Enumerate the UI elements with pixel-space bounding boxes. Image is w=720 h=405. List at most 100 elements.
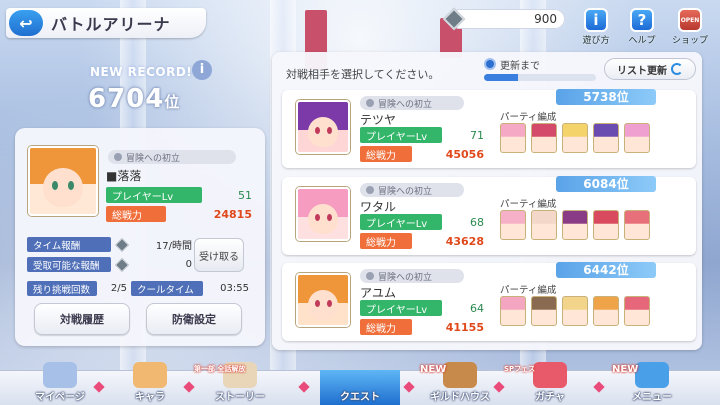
player-name: ■落落 — [106, 169, 142, 183]
nav-badge: SPフェス — [504, 365, 536, 373]
record-rank-value: 6704 — [88, 84, 165, 114]
opponent-name: アユム — [360, 286, 397, 300]
character-icon — [133, 362, 167, 388]
refresh-timer-bar — [484, 74, 596, 81]
opponent-rank: 5738位 — [556, 89, 656, 105]
nav-badge: 第一部 全話解放 — [194, 365, 246, 373]
new-record-label: NEW RECORD! — [90, 65, 193, 79]
page-title: バトルアリーナ — [51, 15, 171, 34]
refresh-list-button[interactable]: リスト更新 — [604, 58, 696, 80]
player-power-value: 24815 — [213, 207, 252, 221]
player-level-row: プレイヤーLv 51 — [106, 187, 252, 203]
receivable-reward-value: 0 — [185, 259, 192, 270]
help-icon: ? — [630, 8, 654, 32]
party-label: パーティ編成 — [500, 285, 557, 296]
player-title: 冒険への初立 — [126, 153, 181, 164]
nav-label: キャラ — [135, 392, 165, 403]
help-label: ヘルプ — [628, 36, 656, 46]
jewel-counter: 900 — [442, 7, 565, 31]
back-button[interactable]: ↩ — [9, 10, 43, 36]
record-rank-unit: 位 — [164, 93, 181, 111]
remaining-attempts-label: 残り挑戦回数 — [27, 281, 97, 296]
title-icon — [366, 186, 374, 194]
receivable-reward-label: 受取可能な報酬 — [27, 257, 111, 272]
opponent-power-value: 43628 — [445, 234, 484, 248]
party-member-icon — [500, 123, 526, 153]
opponent-rank: 6442位 — [556, 262, 656, 278]
opponent-level-label: プレイヤーLv — [360, 127, 442, 143]
timer-icon — [484, 58, 496, 70]
player-avatar — [28, 146, 98, 216]
opponent-level-row: プレイヤーLv 64 — [360, 300, 484, 316]
title-icon — [366, 99, 374, 107]
opponent-avatar — [296, 100, 350, 154]
record-info-icon[interactable]: i — [192, 60, 212, 80]
opponent-level-row: プレイヤーLv 71 — [360, 127, 484, 143]
shop-label: ショップ — [671, 36, 708, 46]
opponent-power-label: 総戦力 — [360, 233, 412, 249]
remaining-attempts-row: 残り挑戦回数 2/5 クールタイム 03:55 — [27, 281, 249, 296]
guild-house-icon — [443, 362, 477, 388]
opponent-title: 冒険への初立 — [378, 186, 433, 197]
party-member-icon — [531, 210, 557, 240]
party-member-icon — [562, 210, 588, 240]
party-member-icon — [562, 123, 588, 153]
opponent-power-label: 総戦力 — [360, 146, 412, 162]
opponent-level-row: プレイヤーLv 68 — [360, 214, 484, 230]
nav-character[interactable]: キャラ — [110, 362, 190, 405]
party-member-icon — [593, 210, 619, 240]
opponent-card[interactable]: 冒険への初立 ワタル プレイヤーLv 68 総戦力 43628 6084位 パー… — [282, 176, 696, 255]
time-reward-label: タイム報酬 — [27, 237, 111, 252]
opponent-level-value: 68 — [470, 215, 484, 229]
party-member-icon — [531, 123, 557, 153]
menu-icon — [635, 362, 669, 388]
receivable-reward-row: 受取可能な報酬 0 — [27, 257, 192, 272]
quest-icon — [343, 370, 377, 388]
opponent-name: テツヤ — [360, 113, 397, 127]
refresh-timer-label: 更新まで — [500, 61, 540, 72]
time-reward-value: 17/時間 — [155, 241, 192, 252]
shop-open-icon: OPEN — [678, 8, 702, 32]
opponent-title-chip: 冒険への初立 — [360, 183, 464, 197]
opponent-title: 冒険への初立 — [378, 272, 433, 283]
select-opponent-instruction: 対戦相手を選択してください。 — [286, 68, 440, 81]
opponent-card[interactable]: 冒険への初立 テツヤ プレイヤーLv 71 総戦力 45056 5738位 パー… — [282, 89, 696, 168]
defense-settings-button[interactable]: 防衛設定 — [146, 303, 242, 335]
header-bar: ↩ バトルアリーナ — [6, 8, 206, 38]
party-member-icon — [531, 296, 557, 326]
player-level-label: プレイヤーLv — [106, 187, 202, 203]
party-member-icon — [624, 210, 650, 240]
party-member-icon — [562, 296, 588, 326]
refresh-icon — [671, 63, 683, 75]
receive-reward-button[interactable]: 受け取る — [194, 238, 244, 272]
player-power-label: 総戦力 — [106, 206, 166, 222]
nav-label: ギルドハウス — [430, 392, 490, 403]
party-member-icon — [500, 210, 526, 240]
title-icon — [366, 272, 374, 280]
nav-badge: NEW — [420, 364, 447, 375]
help-button[interactable]: ? ヘルプ — [622, 8, 662, 46]
jewel-count: 900 — [534, 12, 557, 26]
opponent-power-row: 総戦力 43628 — [360, 233, 484, 249]
nav-label: ストーリー — [215, 392, 265, 403]
nav-badge: NEW — [612, 364, 639, 375]
battle-history-button[interactable]: 対戦履歴 — [34, 303, 130, 335]
opponent-level-label: プレイヤーLv — [360, 300, 442, 316]
party-label: パーティ編成 — [500, 199, 557, 210]
nav-label: クエスト — [340, 392, 380, 403]
jewel-icon — [114, 237, 130, 252]
opponent-avatar — [296, 187, 350, 241]
refresh-timer-fill — [484, 74, 518, 81]
opponent-level-label: プレイヤーLv — [360, 214, 442, 230]
nav-my-page[interactable]: マイページ — [20, 362, 100, 405]
shop-button[interactable]: OPEN ショップ — [670, 8, 710, 46]
opponent-power-value: 41155 — [445, 320, 484, 334]
opponent-card[interactable]: 冒険への初立 アユム プレイヤーLv 64 総戦力 41155 6442位 パー… — [282, 262, 696, 341]
how-to-play-button[interactable]: i 遊び方 — [576, 8, 616, 46]
back-arrow-icon: ↩ — [19, 13, 33, 33]
opponent-title-chip: 冒険への初立 — [360, 269, 464, 283]
party-label: パーティ編成 — [500, 112, 557, 123]
nav-quest[interactable]: クエスト — [320, 370, 400, 405]
opponent-level-value: 71 — [470, 128, 484, 142]
opponent-rank: 6084位 — [556, 176, 656, 192]
